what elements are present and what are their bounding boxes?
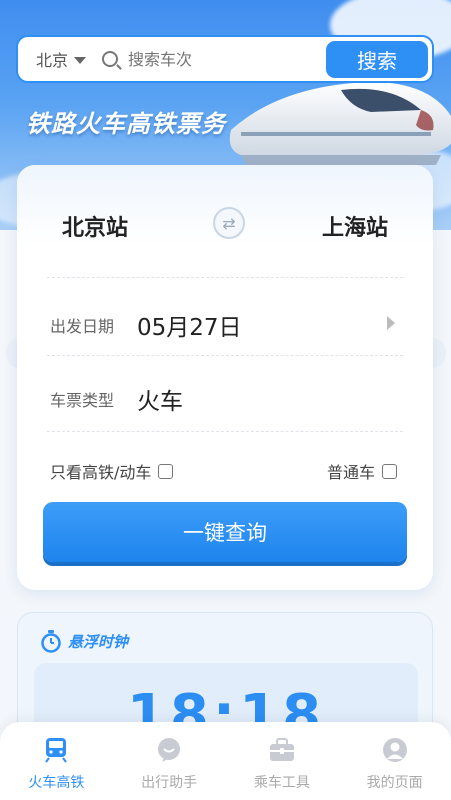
user-icon	[382, 737, 408, 763]
filter-normal-label: 普通车	[327, 463, 376, 482]
ticket-type-label: 车票类型	[50, 391, 115, 410]
tab-travel-tools[interactable]: 乘车工具	[232, 737, 332, 792]
train-icon	[43, 737, 69, 763]
booking-card: 北京站 ⇄ 上海站 出发日期 05月27日 车票类型 火车 只看高铁/动车 普通…	[17, 165, 433, 590]
city-label: 北京	[36, 51, 69, 70]
tab-travel-assistant[interactable]: 出行助手	[119, 737, 219, 792]
divider	[47, 355, 403, 356]
ticket-type-value: 火车	[137, 389, 183, 415]
search-input[interactable]	[128, 49, 309, 69]
hero-title: 铁路火车高铁票务	[26, 110, 226, 138]
filter-highspeed-option[interactable]: 只看高铁/动车	[50, 459, 174, 483]
tab-label: 我的页面	[366, 775, 423, 791]
filter-normal-checkbox[interactable]	[382, 463, 398, 479]
briefcase-icon	[269, 737, 295, 763]
from-station[interactable]: 北京站	[62, 210, 128, 242]
bottom-tab-bar: 火车高铁 出行助手 乘车工具 我的页面	[0, 722, 451, 800]
to-station[interactable]: 上海站	[322, 210, 388, 242]
tab-my-page[interactable]: 我的页面	[345, 737, 445, 792]
search-button[interactable]: 搜索	[326, 41, 428, 78]
search-icon	[102, 51, 119, 67]
search-bar: 北京 搜索	[16, 35, 434, 83]
query-button[interactable]: 一键查询	[43, 502, 407, 562]
dropdown-triangle-icon	[74, 56, 87, 64]
tab-label: 出行助手	[141, 775, 198, 791]
date-value: 05月27日	[137, 315, 242, 341]
divider	[47, 431, 403, 432]
high-speed-train-illustration	[229, 82, 451, 165]
swap-stations-icon[interactable]: ⇄	[213, 207, 245, 239]
tab-label: 乘车工具	[253, 775, 310, 791]
tab-train[interactable]: 火车高铁	[6, 737, 106, 792]
filter-highspeed-label: 只看高铁/动车	[50, 463, 152, 482]
tab-label: 火车高铁	[28, 775, 85, 791]
clock-header: 悬浮时钟	[40, 629, 128, 653]
filter-highspeed-checkbox[interactable]	[158, 463, 174, 479]
clock-title: 悬浮时钟	[68, 632, 129, 651]
filter-normal-option[interactable]: 普通车	[327, 459, 398, 483]
city-selector[interactable]: 北京	[36, 47, 87, 71]
stopwatch-icon	[41, 630, 61, 653]
date-label: 出发日期	[50, 317, 115, 336]
divider	[47, 277, 403, 278]
chevron-right-icon	[387, 316, 395, 330]
chat-icon	[156, 737, 182, 763]
